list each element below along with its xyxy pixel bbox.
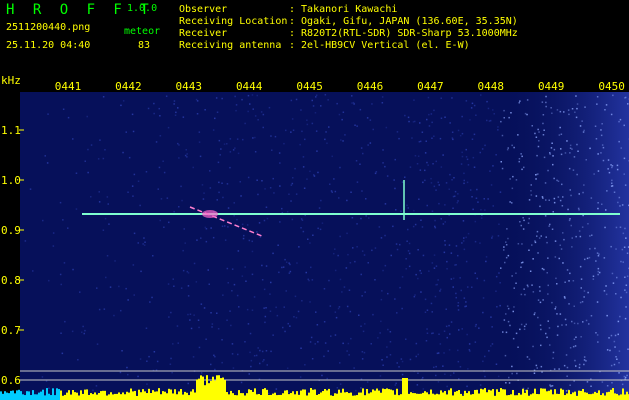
header-panel: H R O F F T 1.0.0 2511200440.png 25.11.2… xyxy=(0,0,629,56)
y-tick-label: 0.8 xyxy=(1,274,21,287)
noise-band xyxy=(500,92,629,400)
antenna-label: Receiving antenna xyxy=(179,40,282,51)
y-tick-label: 0.7 xyxy=(1,324,21,337)
receiver-label: Receiver xyxy=(179,28,228,39)
y-tick-label: 1.1 xyxy=(1,124,21,137)
meteor-echo-blob xyxy=(202,210,218,218)
x-tick-label: 0448 xyxy=(478,80,505,93)
antenna-value: : 2el-HB9CV Vertical (el. E-W) xyxy=(289,40,470,51)
meteor-label: meteor xyxy=(124,26,161,37)
y-tick-label: 1.0 xyxy=(1,174,21,187)
observer-label: Observer xyxy=(179,4,228,15)
observer-value: : Takanori Kawachi xyxy=(289,4,398,15)
x-tick-label: 0442 xyxy=(115,80,142,93)
axis-unit: kHz xyxy=(1,74,21,87)
meteor-count: 83 xyxy=(138,40,151,51)
x-tick-label: 0444 xyxy=(236,80,263,93)
location-label: Receiving Location xyxy=(179,16,288,27)
x-tick-label: 0443 xyxy=(176,80,203,93)
x-tick-label: 0447 xyxy=(417,80,444,93)
spectrogram: kHz 1.1 1.0 0.9 0.8 0.7 0.6 0441 0442 0443 0444 0… xyxy=(0,74,629,400)
app-version: 1.0.0 xyxy=(127,3,158,14)
timestamp: 25.11.20 04:40 xyxy=(6,40,91,51)
x-tick-label: 0450 xyxy=(598,80,625,93)
y-tick-label: 0.6 xyxy=(1,374,21,387)
x-tick-label: 0445 xyxy=(296,80,323,93)
x-tick-label: 0446 xyxy=(357,80,384,93)
receiver-value: : R820T2(RTL-SDR) SDR-Sharp 53.1000MHz xyxy=(289,28,518,39)
y-tick-label: 0.9 xyxy=(1,224,21,237)
file-name: 2511200440.png xyxy=(6,22,91,33)
location-value: : Ogaki, Gifu, JAPAN (136.60E, 35.35N) xyxy=(289,16,518,27)
x-tick-label: 0441 xyxy=(55,80,82,93)
x-tick-label: 0449 xyxy=(538,80,565,93)
